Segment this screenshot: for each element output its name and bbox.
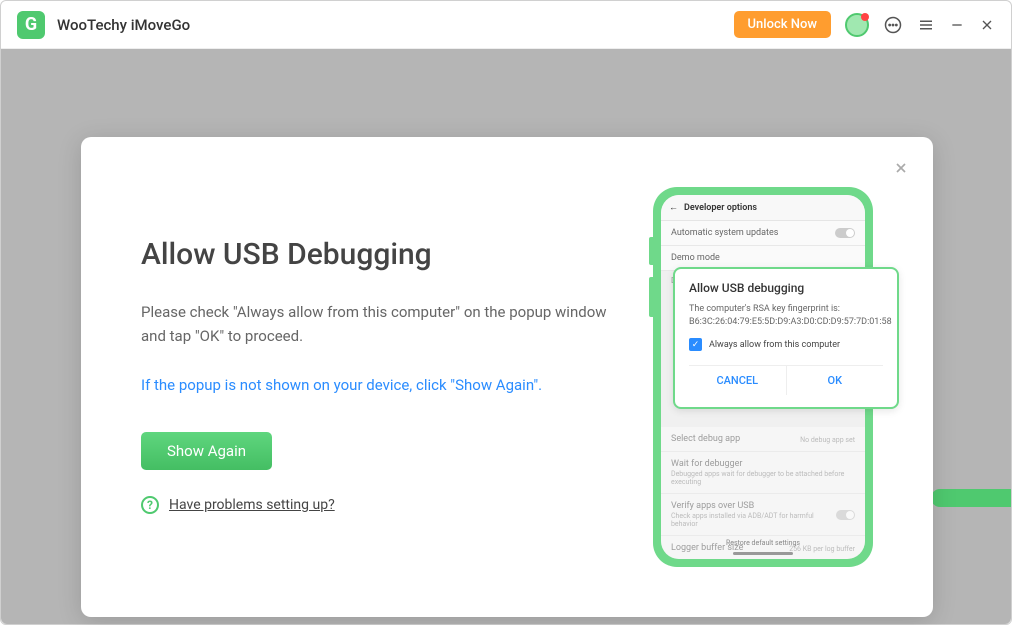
- modal-hint: If the popup is not shown on your device…: [141, 376, 623, 394]
- popup-cancel-button: CANCEL: [689, 366, 787, 395]
- app-window: G WooTechy iMoveGo Unlock Now: [0, 0, 1012, 625]
- phone-nav-bar: [733, 552, 793, 555]
- phone-restore: Restore default settings: [661, 539, 865, 547]
- phone-sub-wait: Debugged apps wait for debugger to be at…: [671, 470, 855, 486]
- phone-illustration: ← Developer options Automatic system upd…: [653, 187, 873, 567]
- toggle-icon: [836, 510, 855, 520]
- phone-sub-select-debug: No debug app set: [800, 436, 855, 444]
- modal-heading: Allow USB Debugging: [141, 237, 623, 272]
- modal-left-pane: Allow USB Debugging Please check "Always…: [141, 177, 653, 577]
- checkbox-icon: ✓: [689, 338, 702, 351]
- phone-sub-verify: Check apps installed via ADB/ADT for har…: [671, 512, 836, 528]
- phone-row-wait: Wait for debugger: [671, 459, 855, 469]
- app-logo: G: [17, 11, 45, 39]
- phone-row-auto-updates: Automatic system updates: [671, 228, 778, 238]
- popup-ok-button: OK: [787, 366, 884, 395]
- show-again-button[interactable]: Show Again: [141, 432, 272, 470]
- usb-debugging-modal: Allow USB Debugging Please check "Always…: [81, 137, 933, 617]
- popup-body-line1: The computer's RSA key fingerprint is:: [689, 303, 883, 316]
- close-icon[interactable]: [979, 17, 995, 33]
- phone-row-select-debug: Select debug app: [671, 434, 740, 444]
- menu-icon[interactable]: [917, 16, 935, 34]
- popup-title: Allow USB debugging: [689, 281, 883, 295]
- feedback-icon[interactable]: [883, 15, 903, 35]
- phone-screen-title: Developer options: [684, 203, 757, 213]
- phone-row-demo: Demo mode: [671, 253, 720, 263]
- app-title: WooTechy iMoveGo: [57, 16, 190, 34]
- avatar-icon[interactable]: [845, 13, 869, 37]
- usb-permission-popup: Allow USB debugging The computer's RSA k…: [673, 267, 899, 409]
- title-bar: G WooTechy iMoveGo Unlock Now: [1, 1, 1011, 49]
- phone-back-icon: ←: [669, 202, 678, 213]
- toggle-icon: [835, 228, 855, 238]
- modal-close-icon[interactable]: [893, 157, 909, 181]
- content-backdrop: Allow USB Debugging Please check "Always…: [1, 49, 1011, 624]
- unlock-button[interactable]: Unlock Now: [734, 11, 831, 38]
- popup-checkbox-label: Always allow from this computer: [709, 340, 840, 350]
- popup-body-line2: B6:3C:26:04:79:E5:5D:D9:A3:D0:CD:D9:57:7…: [689, 316, 883, 329]
- modal-description: Please check "Always allow from this com…: [141, 300, 623, 348]
- progress-streak: [931, 489, 1011, 507]
- phone-row-verify: Verify apps over USB: [671, 501, 836, 511]
- help-icon: ?: [141, 496, 159, 514]
- help-link[interactable]: Have problems setting up?: [169, 497, 335, 513]
- minimize-icon[interactable]: [949, 17, 965, 33]
